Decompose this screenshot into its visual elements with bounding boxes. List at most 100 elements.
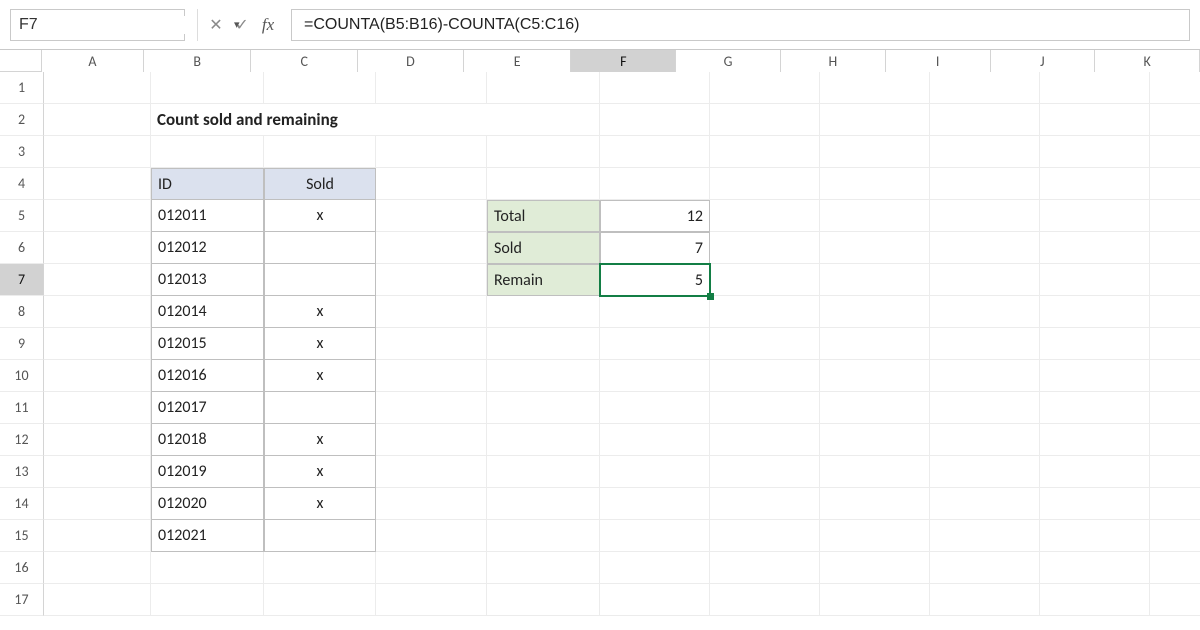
column-header[interactable]: K [1095,50,1200,72]
cell[interactable] [930,456,1040,488]
row-header[interactable]: 7 [0,264,44,296]
cell[interactable] [930,424,1040,456]
cell[interactable] [930,200,1040,232]
select-all-corner[interactable] [0,50,42,71]
cell[interactable] [376,424,487,456]
cell[interactable] [376,456,487,488]
cell[interactable] [600,424,710,456]
cell[interactable] [1150,360,1200,392]
cell[interactable] [930,136,1040,168]
table-row-sold[interactable]: x [264,360,376,392]
cell[interactable] [710,136,820,168]
cell[interactable] [820,328,930,360]
cell[interactable] [600,520,710,552]
cell[interactable] [710,72,820,104]
table-row-sold[interactable]: x [264,488,376,520]
cell[interactable] [600,136,710,168]
cell[interactable] [376,328,487,360]
cell[interactable] [1040,584,1150,616]
cell[interactable] [820,488,930,520]
cell[interactable] [44,456,151,488]
cell[interactable] [1150,296,1200,328]
cell[interactable] [1150,584,1200,616]
cell[interactable] [44,552,151,584]
cell[interactable] [376,136,487,168]
table-row-id[interactable]: 012011 [151,200,264,232]
cell[interactable] [820,232,930,264]
cell[interactable] [930,552,1040,584]
cell[interactable] [710,520,820,552]
cell[interactable] [820,104,930,136]
cell[interactable] [600,456,710,488]
row-header[interactable]: 15 [0,520,44,552]
column-header[interactable]: B [144,50,252,72]
cell[interactable] [820,168,930,200]
formula-input[interactable] [302,15,1179,35]
cell[interactable] [930,264,1040,296]
cell[interactable] [820,392,930,424]
cell[interactable] [1150,72,1200,104]
cell[interactable] [487,488,600,520]
cell[interactable] [1040,424,1150,456]
column-header[interactable]: I [886,50,991,72]
cell[interactable] [44,264,151,296]
table-row-id[interactable]: 012017 [151,392,264,424]
row-header[interactable]: 17 [0,584,44,616]
cell[interactable] [264,584,376,616]
cell[interactable] [710,232,820,264]
cell[interactable] [930,584,1040,616]
cell[interactable] [264,552,376,584]
cell[interactable] [1150,520,1200,552]
cell[interactable] [600,168,710,200]
cell[interactable] [487,168,600,200]
row-header[interactable]: 10 [0,360,44,392]
cell[interactable] [1150,328,1200,360]
cell[interactable] [487,520,600,552]
cell[interactable] [487,296,600,328]
cell[interactable] [487,328,600,360]
column-header[interactable]: E [464,50,572,72]
cell[interactable] [376,232,487,264]
table-row-sold[interactable]: x [264,328,376,360]
cell[interactable] [44,520,151,552]
table-row-id[interactable]: 012015 [151,328,264,360]
cell[interactable] [44,328,151,360]
cell[interactable] [376,584,487,616]
cell[interactable] [1150,424,1200,456]
cell[interactable] [600,296,710,328]
row-header[interactable]: 12 [0,424,44,456]
cell[interactable] [930,488,1040,520]
cell[interactable] [1150,136,1200,168]
cell[interactable] [820,296,930,328]
table-row-id[interactable]: 012013 [151,264,264,296]
cell[interactable] [1040,168,1150,200]
cell[interactable] [1040,456,1150,488]
table-row-sold[interactable]: x [264,296,376,328]
cell[interactable] [600,392,710,424]
cell[interactable] [376,552,487,584]
cell[interactable] [820,552,930,584]
row-header[interactable]: 13 [0,456,44,488]
cell[interactable] [487,584,600,616]
row-header[interactable]: 1 [0,72,44,104]
cell[interactable] [44,104,151,136]
cancel-formula-button[interactable]: ✕ [203,9,229,41]
cell[interactable] [151,72,264,104]
insert-function-button[interactable]: fx [255,9,281,41]
cell[interactable] [44,392,151,424]
cell[interactable] [376,392,487,424]
table-row-id[interactable]: 012016 [151,360,264,392]
cell[interactable] [1150,456,1200,488]
cell[interactable] [1040,200,1150,232]
cell[interactable] [1040,264,1150,296]
cell[interactable] [1150,232,1200,264]
cell[interactable] [1150,488,1200,520]
cell[interactable] [44,168,151,200]
cell[interactable] [264,72,376,104]
row-header[interactable]: 6 [0,232,44,264]
cell[interactable] [600,360,710,392]
cell[interactable] [930,168,1040,200]
cell[interactable] [710,168,820,200]
cell[interactable] [1040,552,1150,584]
cell[interactable] [1150,104,1200,136]
